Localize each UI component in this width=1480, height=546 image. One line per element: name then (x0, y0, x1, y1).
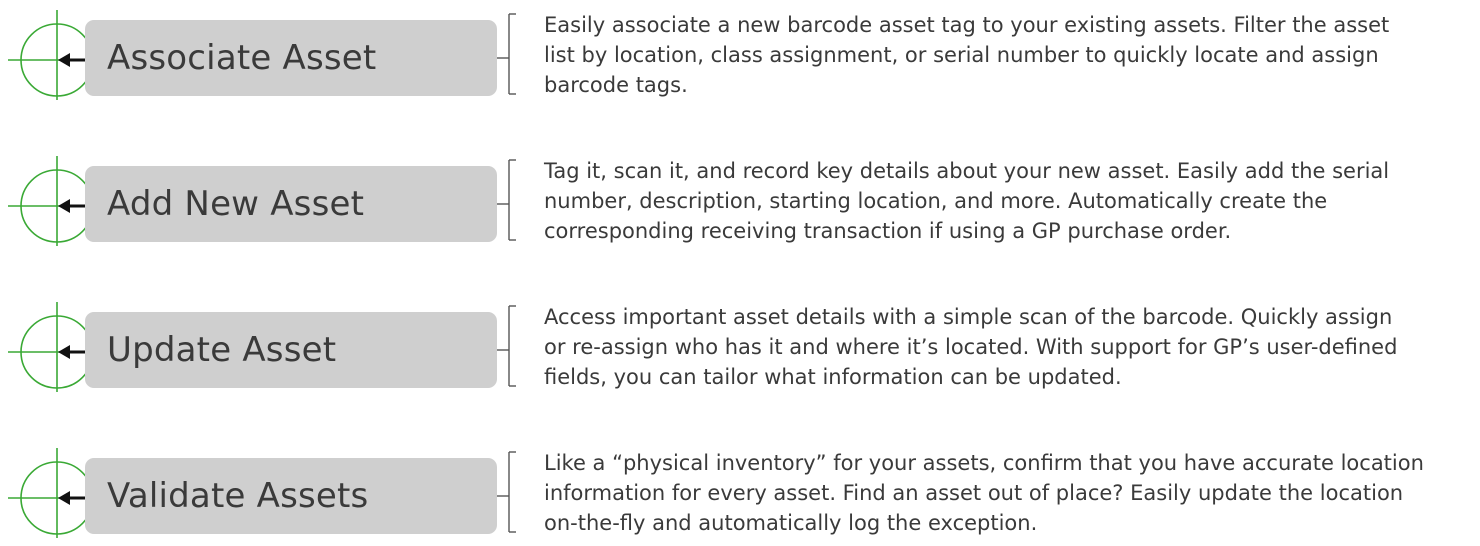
bracket-connector (497, 159, 516, 241)
bracket-connector (497, 305, 516, 387)
feature-title: Add New Asset (107, 184, 365, 224)
description-line: Easily associate a new barcode asset tag… (544, 13, 1390, 37)
feature-row-add-new-asset: Add New Asset Tag it, scan it, and recor… (0, 146, 1480, 246)
feature-description: Tag it, scan it, and record key details … (544, 156, 1474, 246)
description-line: or re-assign who has it and where it’s l… (544, 335, 1398, 359)
feature-row-associate-asset: Associate Asset Easily associate a new b… (0, 0, 1480, 100)
feature-title-pill: Add New Asset (85, 166, 497, 242)
description-line: corresponding receiving transaction if u… (544, 219, 1232, 243)
feature-description: Easily associate a new barcode asset tag… (544, 10, 1474, 100)
feature-title-pill: Associate Asset (85, 20, 497, 96)
description-line: information for every asset. Find an ass… (544, 481, 1404, 505)
description-line: on-the-fly and automatically log the exc… (544, 511, 1038, 535)
description-line: list by location, class assignment, or s… (544, 43, 1379, 67)
feature-title-pill: Update Asset (85, 312, 497, 388)
feature-description: Access important asset details with a si… (544, 302, 1474, 392)
description-line: Tag it, scan it, and record key details … (544, 159, 1390, 183)
feature-description: Like a “physical inventory” for your ass… (544, 448, 1474, 538)
bracket-connector (497, 13, 516, 95)
description-line: Like a “physical inventory” for your ass… (544, 451, 1424, 475)
feature-title-pill: Validate Assets (85, 458, 497, 534)
description-line: Access important asset details with a si… (544, 305, 1393, 329)
feature-row-validate-assets: Validate Assets Like a “physical invento… (0, 438, 1480, 538)
feature-title: Associate Asset (107, 38, 377, 78)
bracket-connector (497, 451, 516, 533)
description-line: number, description, starting location, … (544, 189, 1328, 213)
description-line: barcode tags. (544, 73, 688, 97)
feature-title: Update Asset (107, 330, 337, 370)
description-line: fields, you can tailor what information … (544, 365, 1122, 389)
feature-row-update-asset: Update Asset Access important asset deta… (0, 292, 1480, 392)
feature-title: Validate Assets (107, 476, 369, 516)
